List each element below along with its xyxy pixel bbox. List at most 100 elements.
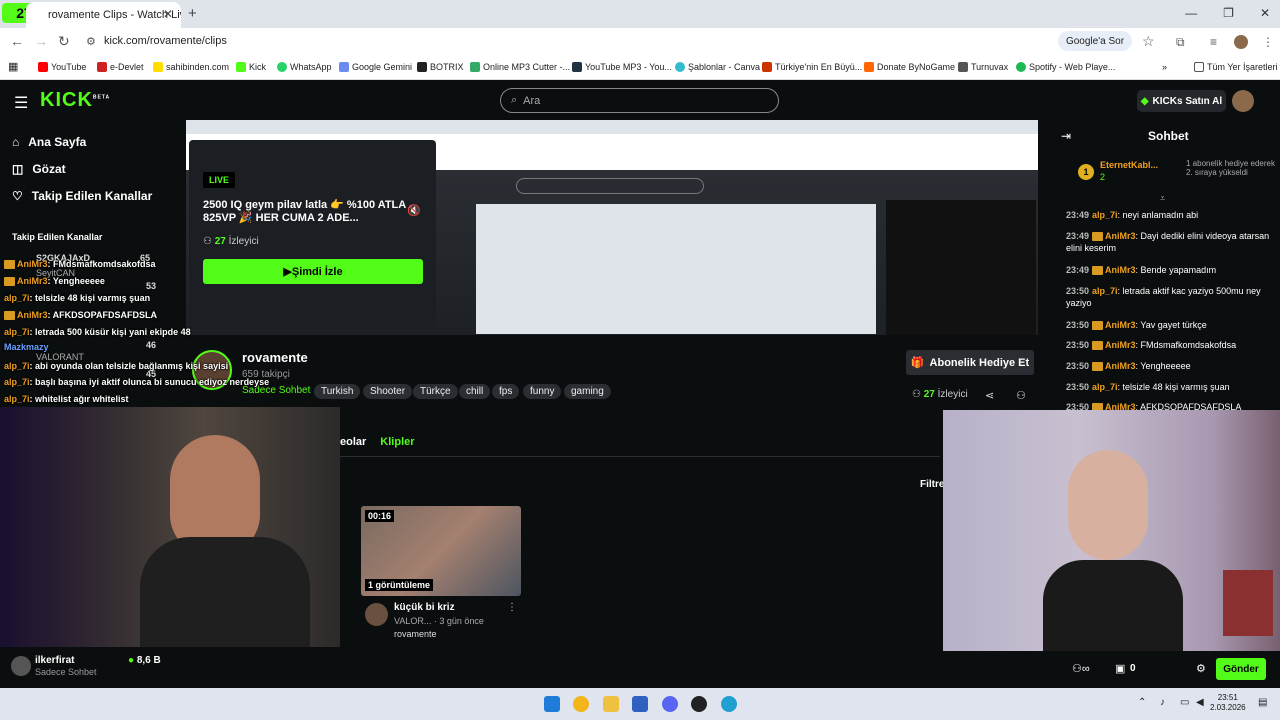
chat-heading: Sohbet <box>1148 129 1189 143</box>
site-info-icon[interactable]: ⚙ <box>86 35 96 48</box>
search-input[interactable]: ⌕ Ara <box>500 88 779 113</box>
tab-clips[interactable]: Klipler <box>380 436 414 448</box>
sidebar-item-following[interactable]: ♡ Takip Edilen Kanallar <box>12 189 152 203</box>
poster <box>1223 570 1273 636</box>
extensions-icon[interactable]: ⧉ <box>1176 35 1185 50</box>
clip-title[interactable]: küçük bi kriz <box>394 602 455 613</box>
watch-now-button[interactable]: ▶ Şimdi İzle <box>203 259 423 284</box>
channel-tabs: eolar Klipler <box>340 436 415 448</box>
bookmark-spotify[interactable]: Spotify - Web Playe... <box>1016 62 1115 72</box>
kick-logo[interactable]: KICKBETA <box>40 89 110 112</box>
clip-menu-icon[interactable]: ⋮ <box>507 602 517 613</box>
buy-kicks-button[interactable]: ◆ KICKs Satın Al <box>1137 90 1226 112</box>
chat-message: 23:50 AniMr3: AFKDSOPAFDSAFDSLA <box>1066 401 1276 410</box>
network-icon[interactable]: ▭ <box>1180 697 1189 708</box>
maximize-icon[interactable]: ❐ <box>1223 6 1234 20</box>
channel-name[interactable]: rovamente <box>242 350 308 365</box>
notification-icon[interactable]: ▤ <box>1258 697 1267 708</box>
more-bookmarks-icon[interactable]: » <box>1162 62 1167 72</box>
back-icon[interactable]: ← <box>10 33 24 49</box>
clip-author[interactable]: rovamente <box>394 629 437 639</box>
obs-icon[interactable] <box>691 696 707 712</box>
bookmark-star-icon[interactable]: ☆ <box>1142 33 1155 50</box>
followed-channel-name[interactable]: ilkerfirat <box>35 655 74 666</box>
close-tab-icon[interactable]: ✕ <box>163 7 173 21</box>
sub-badge-icon <box>4 277 15 287</box>
tag-shooter[interactable]: Shooter <box>363 384 413 399</box>
mic-icon[interactable]: ♪ <box>1160 697 1165 708</box>
tag-turkish[interactable]: Turkish <box>314 384 361 399</box>
rank-icon: 1 <box>1078 164 1094 180</box>
bookmark-ytmp3[interactable]: YouTube MP3 - You... <box>572 62 672 72</box>
sidebar-item-browse[interactable]: ◫ Gözat <box>12 162 66 176</box>
bookmark-canva[interactable]: Şablonlar - Canva <box>675 62 760 72</box>
share-icon[interactable]: ⋖ <box>985 389 994 402</box>
chat-message: 23:49 AniMr3: Bende yapamadım <box>1066 265 1217 276</box>
start-icon[interactable] <box>544 696 560 712</box>
expand-icon[interactable]: ⩡ <box>1160 193 1165 204</box>
nested-chat <box>886 200 1036 335</box>
settings-gear-icon[interactable]: ⚙ <box>1196 662 1206 675</box>
overlay-chat-line: AniMr3: AFKDSOPAFDSAFDSLA <box>4 310 157 321</box>
hamburger-menu-icon[interactable]: ☰ <box>14 93 28 113</box>
send-button[interactable]: Gönder <box>1216 658 1266 680</box>
gift-subscription-button[interactable]: 🎁 Abonelik Hediye Et <box>906 350 1034 375</box>
bookmark-whatsapp[interactable]: WhatsApp <box>277 62 332 72</box>
forward-icon[interactable]: → <box>34 33 48 49</box>
tag-fps[interactable]: fps <box>492 384 520 399</box>
apps-grid-icon[interactable]: ▦ <box>8 60 18 73</box>
bookmark-botrix[interactable]: BOTRIX <box>417 62 464 72</box>
filter-button[interactable]: Filtre <box>920 479 944 490</box>
address-bar[interactable]: kick.com/rovamente/clips <box>104 35 227 47</box>
tag-turkce[interactable]: Türkçe <box>413 384 458 399</box>
user-avatar[interactable] <box>1232 90 1254 112</box>
file-explorer-icon[interactable] <box>603 696 619 712</box>
reload-icon[interactable]: ↻ <box>58 33 70 50</box>
bookmark-bynogame[interactable]: Donate ByNoGame <box>864 62 955 72</box>
system-clock[interactable]: 23:51 2.03.2026 <box>1210 693 1246 713</box>
volume-icon[interactable]: ◀ <box>1196 697 1204 708</box>
all-bookmarks[interactable]: Tüm Yer İşaretleri <box>1194 62 1278 72</box>
browser-nav-bar: ← → ↻ ⚙ kick.com/rovamente/clips Google'… <box>0 28 1280 56</box>
bookmark-gemini[interactable]: Google Gemini <box>339 62 412 72</box>
sidebar-item-home[interactable]: ⌂ Ana Sayfa <box>12 135 86 149</box>
chrome-icon[interactable] <box>573 696 589 712</box>
points-count: 0 <box>1130 663 1136 674</box>
browser-tab[interactable]: rovamente Clips - Watch Live o ✕ <box>26 2 181 28</box>
bookmark-edevlet[interactable]: e-Devlet <box>97 62 144 72</box>
infinity-icon[interactable]: ⚇∞ <box>1072 662 1090 675</box>
minimize-icon[interactable]: — <box>1185 6 1197 20</box>
tab-videos[interactable]: eolar <box>340 436 366 448</box>
channel-avatar[interactable] <box>11 656 31 676</box>
collapse-chat-icon[interactable]: ⇥ <box>1061 129 1071 143</box>
profile-avatar[interactable] <box>1234 35 1248 49</box>
bookmark-turkiye[interactable]: Türkiye'nin En Büyü... <box>762 62 862 72</box>
followed-channel-viewers: 53 <box>146 281 157 291</box>
bookmark-sahibinden[interactable]: sahibinden.com <box>153 62 229 72</box>
clip-duration: 00:16 <box>365 510 395 522</box>
bookmark-kick[interactable]: Kick <box>236 62 266 72</box>
edge-icon[interactable] <box>721 696 737 712</box>
tag-chill[interactable]: chill <box>459 384 491 399</box>
reading-list-icon[interactable]: ≡ <box>1210 35 1217 49</box>
menu-dots-icon[interactable]: ⋮ <box>1262 35 1274 49</box>
live-badge: LIVE <box>203 172 236 188</box>
gift-icon <box>1174 159 1176 161</box>
discord-icon[interactable] <box>662 696 678 712</box>
points-icon[interactable]: ▣ <box>1115 662 1125 675</box>
app-icon[interactable] <box>632 696 648 712</box>
tag-funny[interactable]: funny <box>523 384 562 399</box>
mute-icon[interactable]: 🔇 <box>407 204 421 217</box>
bookmark-youtube[interactable]: YouTube <box>38 62 86 72</box>
close-window-icon[interactable]: ✕ <box>1260 6 1270 20</box>
clip-author-avatar[interactable] <box>365 603 388 626</box>
user-icon[interactable]: ⚇ <box>1016 389 1026 402</box>
tray-chevron-icon[interactable]: ⌃ <box>1138 697 1146 708</box>
google-sor-button[interactable]: Google'a Sor <box>1058 31 1132 51</box>
nested-browser-screen <box>186 120 1038 134</box>
bookmark-mp3cutter[interactable]: Online MP3 Cutter -... <box>470 62 570 72</box>
nested-search-bar <box>516 178 704 194</box>
bookmark-turnuvax[interactable]: Turnuvax <box>958 62 1008 72</box>
tag-gaming[interactable]: gaming <box>564 384 611 399</box>
new-tab-icon[interactable]: + <box>188 5 197 22</box>
